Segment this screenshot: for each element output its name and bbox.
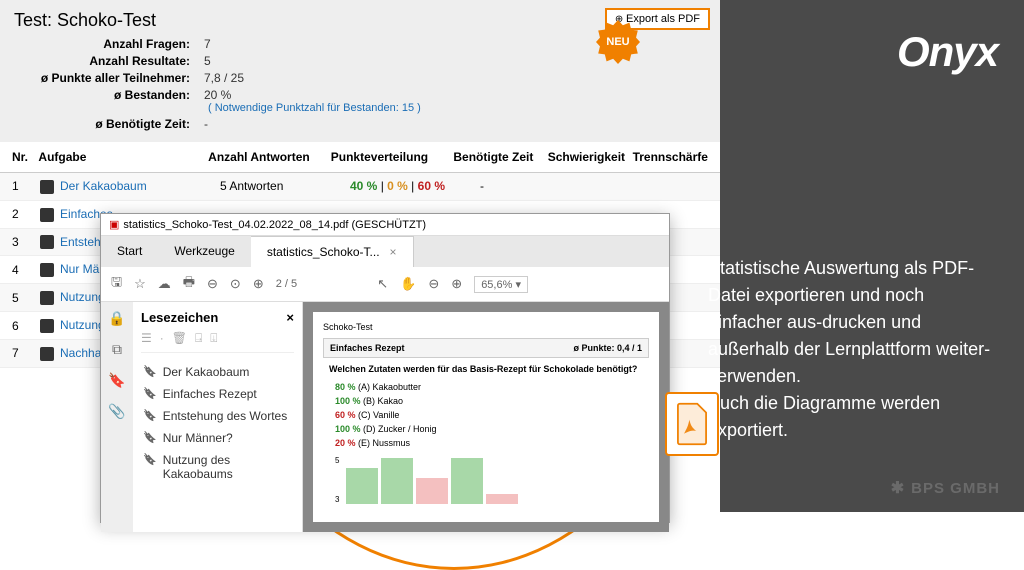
task-type-icon	[40, 180, 54, 194]
bookmark-tools: ☰· 🗑 ⍈ ⍗	[141, 331, 294, 353]
task-type-icon	[40, 235, 54, 249]
tab-tools[interactable]: Werkzeuge	[158, 236, 250, 267]
col-selectivity: Trennschärfe	[633, 150, 708, 164]
pdf-tabs: Start Werkzeuge statistics_Schoko-T...×	[101, 236, 669, 267]
table-row[interactable]: 1Der Kakaobaum5 Antworten40 % | 0 % | 60…	[0, 173, 720, 201]
page-down-icon[interactable]: ⊕	[253, 276, 264, 292]
pdf-window-title: ▣statistics_Schoko-Test_04.02.2022_08_14…	[101, 214, 669, 236]
bookmark-item[interactable]: Nur Männer?	[141, 427, 294, 449]
task-type-icon	[40, 263, 54, 277]
pdf-toolbar: 🖫 ☆ ☁ 🖶 ⊖ ⊙ ⊕ 2 / 5 ↖ ✋ ⊖ ⊕ 65,6% ▾	[101, 267, 669, 302]
task-type-icon	[40, 208, 54, 222]
hand-icon[interactable]: ✋	[400, 276, 416, 292]
col-answers: Anzahl Antworten	[208, 150, 331, 164]
lock-icon[interactable]: 🔒	[108, 310, 125, 327]
col-difficulty: Schwierigkeit	[548, 150, 633, 164]
stats-row: ø Punkte aller Teilnehmer:7,8 / 25	[14, 71, 706, 85]
cursor-icon[interactable]: ↖	[377, 276, 388, 292]
pdf-section-title: Einfaches Rezept	[330, 343, 405, 353]
task-type-icon	[40, 291, 54, 305]
answer-row: 60 % (C) Vanille	[323, 408, 649, 422]
col-task: Aufgabe	[38, 150, 208, 164]
table-header: Nr. Aufgabe Anzahl Antworten Punkteverte…	[0, 142, 720, 173]
stats-row: Anzahl Resultate:5	[14, 54, 706, 68]
save-icon[interactable]: 🖫	[111, 273, 122, 295]
tab-close-icon[interactable]: ×	[390, 245, 397, 259]
pdf-bar-chart: 53	[323, 450, 649, 510]
bm-add-icon[interactable]: ⍈	[195, 331, 202, 346]
attachment-icon[interactable]: 📎	[108, 403, 125, 420]
bookmarks-title: Lesezeichen	[141, 310, 218, 325]
bm-delete-icon[interactable]: 🗑	[172, 331, 187, 346]
zoom-level[interactable]: 65,6% ▾	[474, 276, 528, 293]
star-icon[interactable]: ☆	[134, 276, 146, 292]
bookmark-item[interactable]: Nutzung des Kakaobaums	[141, 449, 294, 485]
company-footer: ✱BPS GMBH	[891, 478, 1000, 498]
bookmarks-panel: Lesezeichen × ☰· 🗑 ⍈ ⍗ Der KakaobaumEinfa…	[133, 302, 303, 532]
pdf-file-icon	[665, 392, 719, 456]
page-indicator: 2 / 5	[276, 278, 297, 290]
task-link[interactable]: Nutzung	[60, 290, 105, 304]
bm-list-icon[interactable]: ☰	[141, 331, 152, 346]
tab-document[interactable]: statistics_Schoko-T...×	[251, 236, 414, 267]
bookmark-item[interactable]: Der Kakaobaum	[141, 361, 294, 383]
brand-logo: Onyx	[897, 28, 998, 76]
close-icon[interactable]: ×	[286, 310, 294, 325]
zoom-out-icon[interactable]: ⊖	[207, 276, 218, 292]
print-icon[interactable]: 🖶	[183, 273, 195, 295]
pages-icon[interactable]: ⧉	[112, 341, 122, 358]
tab-start[interactable]: Start	[101, 236, 158, 267]
col-nr: Nr.	[12, 150, 38, 164]
stats-row: ø Bestanden:20 %( Notwendige Punktzahl f…	[14, 88, 706, 114]
task-type-icon	[40, 319, 54, 333]
zoom-minus-icon[interactable]: ⊖	[428, 276, 439, 292]
answer-row: 20 % (E) Nussmus	[323, 436, 649, 450]
bookmark-icon[interactable]: 🔖	[108, 372, 125, 389]
bookmark-item[interactable]: Einfaches Rezept	[141, 383, 294, 405]
col-time: Benötigte Zeit	[453, 150, 547, 164]
company-icon: ✱	[891, 478, 905, 498]
task-link[interactable]: Nutzung	[60, 318, 105, 332]
cloud-icon[interactable]: ☁	[158, 276, 171, 292]
bm-search-icon[interactable]: ⍗	[210, 331, 217, 346]
pdf-points: ø Punkte: 0,4 / 1	[573, 343, 642, 353]
pdf-app-icon: ▣	[109, 219, 119, 231]
pdf-page: Schoko-Test Einfaches Rezept ø Punkte: 0,…	[313, 312, 659, 522]
pdf-question: Welchen Zutaten werden für das Basis-Rez…	[323, 358, 649, 380]
answer-row: 80 % (A) Kakaobutter	[323, 380, 649, 394]
bookmark-item[interactable]: Entstehung des Wortes	[141, 405, 294, 427]
page-up-icon[interactable]: ⊙	[230, 276, 241, 292]
stats-row: ø Benötigte Zeit:-	[14, 117, 706, 131]
test-title: Test: Schoko-Test	[14, 10, 706, 31]
pdf-page-area[interactable]: Schoko-Test Einfaches Rezept ø Punkte: 0,…	[303, 302, 669, 532]
pdf-sidebar-rail: 🔒 ⧉ 🔖 📎	[101, 302, 133, 532]
pdf-doc-title: Schoko-Test	[323, 322, 649, 332]
stats-header: Export als PDF NEU Test: Schoko-Test Anz…	[0, 0, 720, 142]
task-type-icon	[40, 347, 54, 361]
answer-row: 100 % (B) Kakao	[323, 394, 649, 408]
zoom-plus-icon[interactable]: ⊕	[451, 276, 462, 292]
task-link[interactable]: Der Kakaobaum	[60, 179, 147, 193]
col-distribution: Punkteverteilung	[331, 150, 454, 164]
pdf-viewer-window: ▣statistics_Schoko-Test_04.02.2022_08_14…	[100, 213, 670, 523]
answer-row: 100 % (D) Zucker / Honig	[323, 422, 649, 436]
marketing-text: Statistische Auswertung als PDF-Datei ex…	[708, 255, 1000, 444]
